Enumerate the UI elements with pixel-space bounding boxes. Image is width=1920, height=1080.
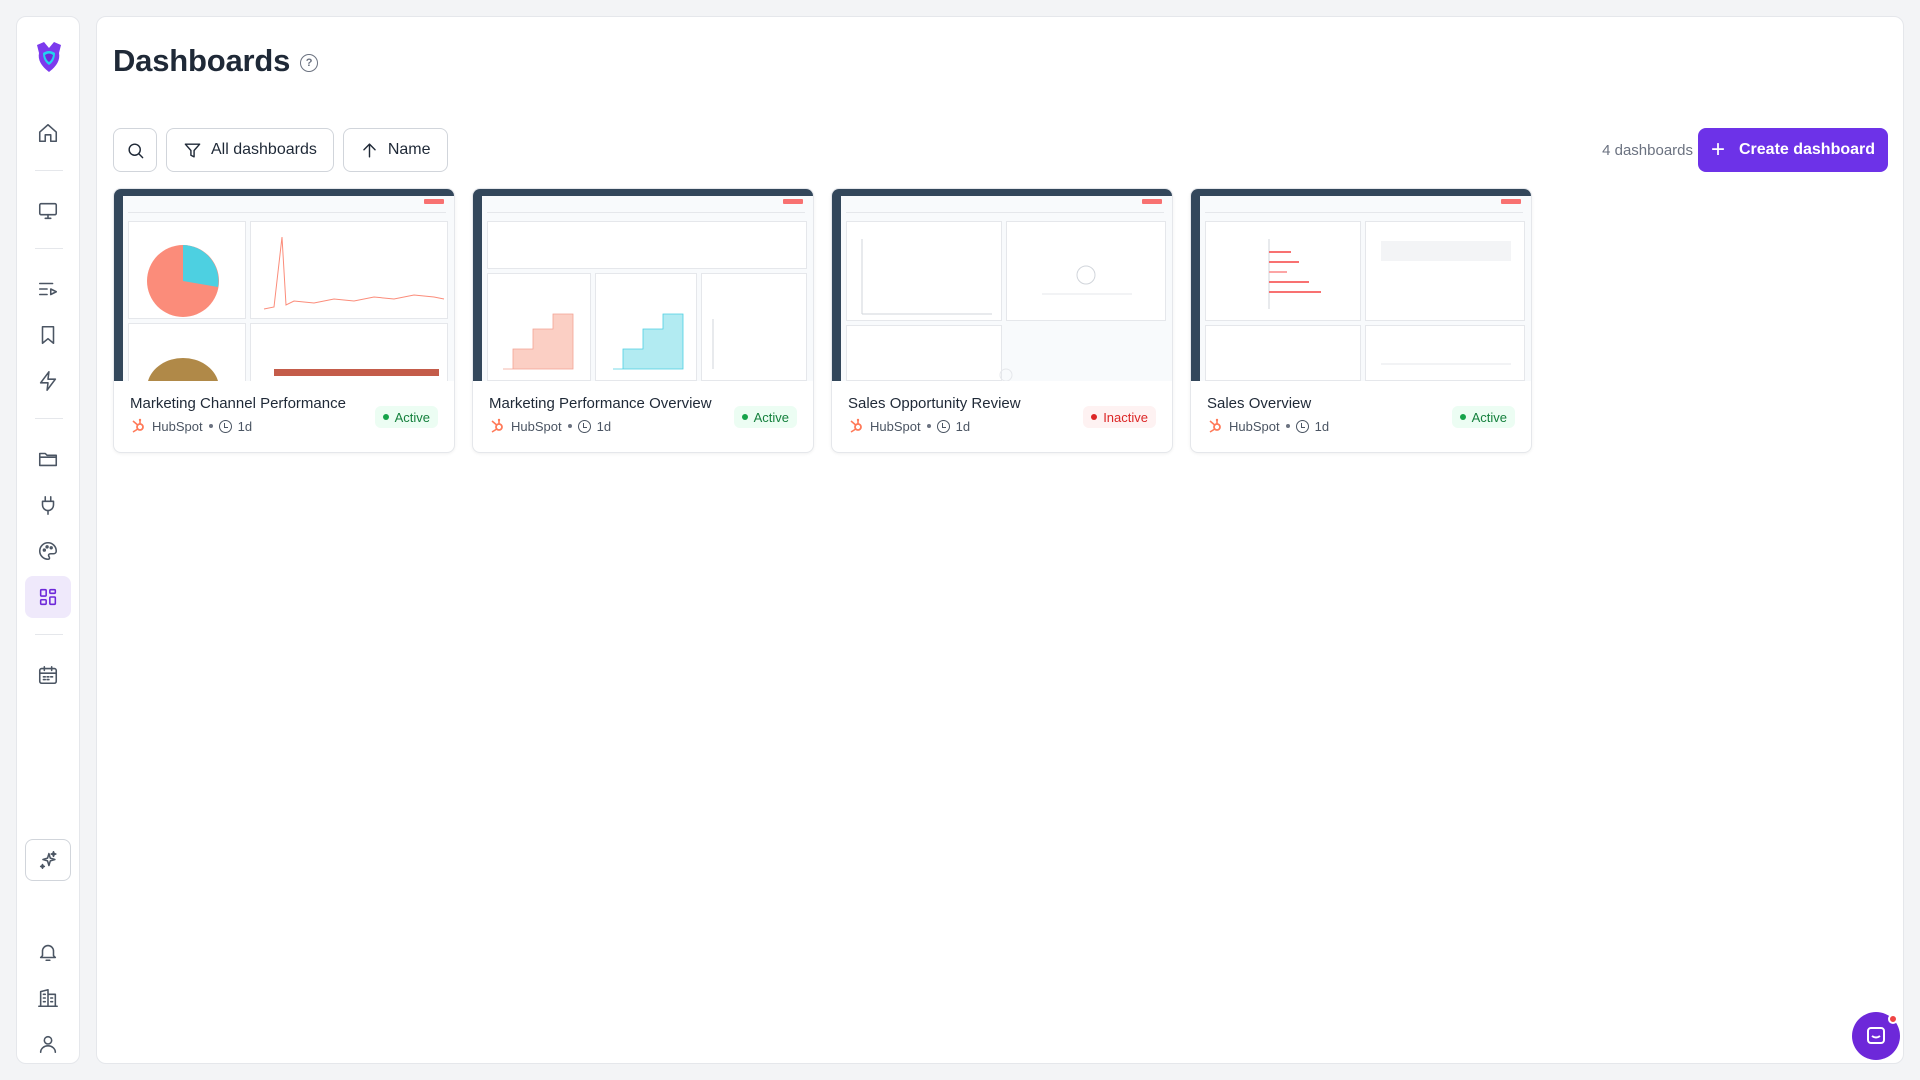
main-panel: Dashboards ? All dashboards Name 4 dashb… bbox=[96, 16, 1904, 1064]
sidebar-item-dashboards[interactable] bbox=[25, 576, 71, 618]
card-age: 1d bbox=[237, 418, 253, 434]
separator-dot bbox=[1285, 424, 1290, 428]
bell-icon bbox=[39, 944, 57, 962]
card-age: 1d bbox=[1314, 418, 1330, 434]
dashboard-card[interactable]: Marketing Channel Performance HubSpot 1d… bbox=[113, 188, 455, 453]
hubspot-icon bbox=[491, 418, 503, 433]
clock-icon bbox=[577, 419, 591, 433]
clock-icon bbox=[218, 419, 232, 433]
separator-dot bbox=[208, 424, 213, 428]
dashboard-grid: Marketing Channel Performance HubSpot 1d… bbox=[113, 188, 1532, 453]
playlist-icon bbox=[38, 282, 58, 296]
sort-button[interactable]: Name bbox=[342, 128, 448, 172]
clock-icon bbox=[1295, 419, 1309, 433]
search-icon bbox=[127, 142, 143, 158]
toolbar: All dashboards Name bbox=[113, 128, 448, 172]
create-dashboard-label: Create dashboard bbox=[1738, 141, 1876, 158]
sidebar-item-calendar[interactable] bbox=[25, 654, 71, 696]
card-source: HubSpot bbox=[870, 418, 921, 434]
card-age: 1d bbox=[955, 418, 971, 434]
dashboard-card[interactable]: Sales Opportunity Review HubSpot 1d Inac… bbox=[831, 188, 1173, 453]
hubspot-icon bbox=[1209, 418, 1221, 433]
sparkle-ai-icon bbox=[39, 850, 57, 870]
dashboard-count: 4 dashboards bbox=[1602, 142, 1693, 159]
status-badge: Inactive bbox=[1083, 406, 1156, 428]
calendar-icon bbox=[38, 665, 58, 685]
chat-icon bbox=[1867, 1027, 1885, 1044]
dashboard-thumbnail bbox=[832, 189, 1172, 381]
sidebar-item-notifications[interactable] bbox=[25, 931, 71, 973]
status-badge: Active bbox=[374, 406, 438, 428]
plug-icon bbox=[41, 495, 55, 515]
sidebar-item-home[interactable] bbox=[25, 112, 71, 154]
sidebar-item-folders[interactable] bbox=[25, 438, 71, 480]
sidebar-item-themes[interactable] bbox=[25, 530, 71, 572]
help-icon[interactable]: ? bbox=[300, 54, 319, 72]
plus-icon: + bbox=[1710, 136, 1725, 163]
status-badge: Active bbox=[1451, 406, 1515, 428]
sidebar-item-profile[interactable] bbox=[25, 1023, 71, 1065]
separator-dot bbox=[926, 424, 931, 428]
folder-icon bbox=[38, 452, 58, 467]
page-title: Dashboards bbox=[113, 43, 291, 78]
dashboard-thumbnail bbox=[473, 189, 813, 381]
home-icon bbox=[38, 123, 58, 143]
sidebar-item-ai-assistant[interactable] bbox=[25, 839, 71, 881]
sidebar-item-playlist[interactable] bbox=[25, 268, 71, 310]
filter-icon bbox=[184, 142, 201, 158]
card-source: HubSpot bbox=[511, 418, 562, 434]
dashboard-card[interactable]: Sales Overview HubSpot 1d Active bbox=[1190, 188, 1532, 453]
bookmark-icon bbox=[41, 325, 55, 345]
dashboard-grid-icon bbox=[39, 588, 57, 606]
sidebar-item-organization[interactable] bbox=[25, 977, 71, 1019]
building-icon bbox=[38, 988, 58, 1008]
separator-dot bbox=[567, 424, 572, 428]
sidebar-item-bookmarks[interactable] bbox=[25, 314, 71, 356]
app-logo[interactable] bbox=[31, 39, 67, 75]
status-badge: Active bbox=[733, 406, 797, 428]
create-dashboard-button[interactable]: + Create dashboard bbox=[1698, 128, 1888, 172]
card-age: 1d bbox=[596, 418, 612, 434]
monitor-icon bbox=[38, 202, 58, 220]
clock-icon bbox=[936, 419, 950, 433]
user-icon bbox=[39, 1035, 57, 1054]
arrow-up-icon bbox=[363, 142, 376, 158]
sidebar bbox=[16, 16, 80, 1064]
sidebar-item-actions[interactable] bbox=[25, 360, 71, 402]
sidebar-item-integrations[interactable] bbox=[25, 484, 71, 526]
hubspot-icon bbox=[850, 418, 862, 433]
card-source: HubSpot bbox=[1229, 418, 1280, 434]
dashboard-card[interactable]: Marketing Performance Overview HubSpot 1… bbox=[472, 188, 814, 453]
dashboard-thumbnail bbox=[114, 189, 454, 381]
lightning-icon bbox=[39, 371, 57, 391]
sort-label: Name bbox=[387, 141, 431, 158]
notification-dot bbox=[1888, 1014, 1898, 1024]
filter-button[interactable]: All dashboards bbox=[166, 128, 334, 172]
dashboard-thumbnail bbox=[1191, 189, 1531, 381]
palette-icon bbox=[39, 541, 58, 561]
search-button[interactable] bbox=[113, 128, 157, 172]
hubspot-icon bbox=[132, 418, 144, 433]
card-source: HubSpot bbox=[152, 418, 203, 434]
chat-launcher-button[interactable] bbox=[1852, 1012, 1900, 1060]
sidebar-item-monitor[interactable] bbox=[25, 190, 71, 232]
filter-label: All dashboards bbox=[211, 141, 317, 158]
title-row: Dashboards ? bbox=[113, 43, 319, 79]
